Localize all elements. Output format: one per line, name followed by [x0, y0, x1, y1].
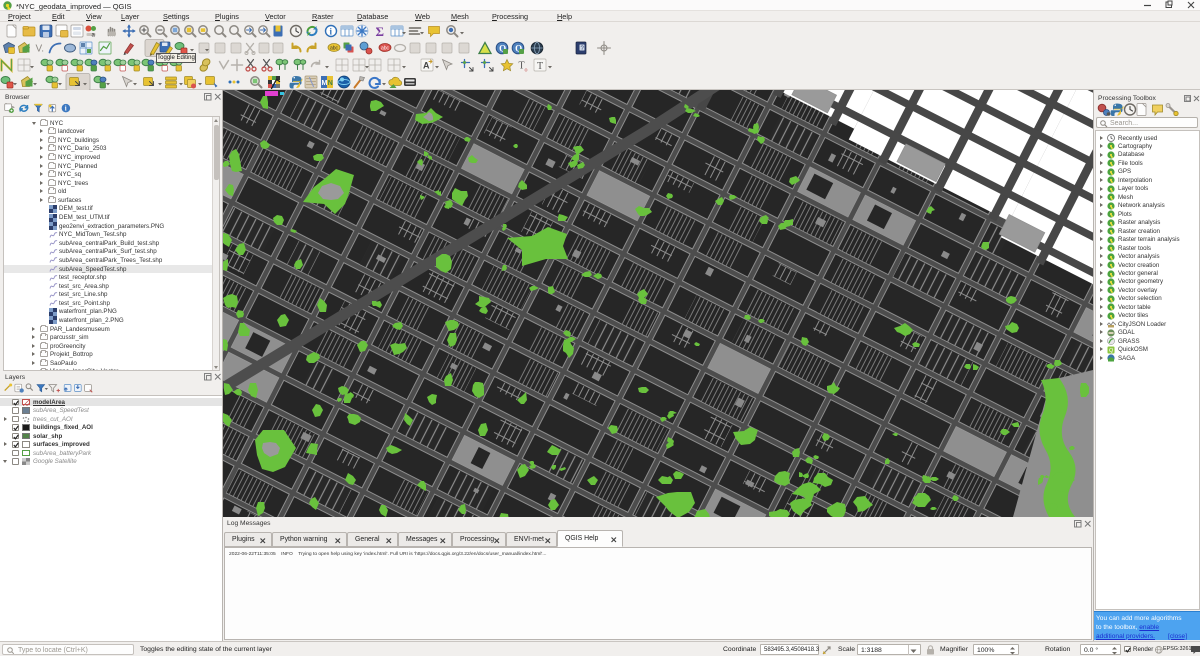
svg-text:A: A [423, 60, 430, 70]
svg-text:V.: V. [36, 43, 45, 54]
svg-text:i: i [65, 106, 67, 113]
svg-text:o: o [525, 67, 528, 73]
svg-text:N: N [328, 80, 333, 87]
svg-text:T: T [537, 61, 543, 72]
svg-text:abc: abc [330, 45, 339, 51]
svg-text:M: M [322, 80, 328, 87]
svg-text:abc: abc [381, 45, 390, 51]
svg-text:Σ: Σ [376, 24, 385, 39]
